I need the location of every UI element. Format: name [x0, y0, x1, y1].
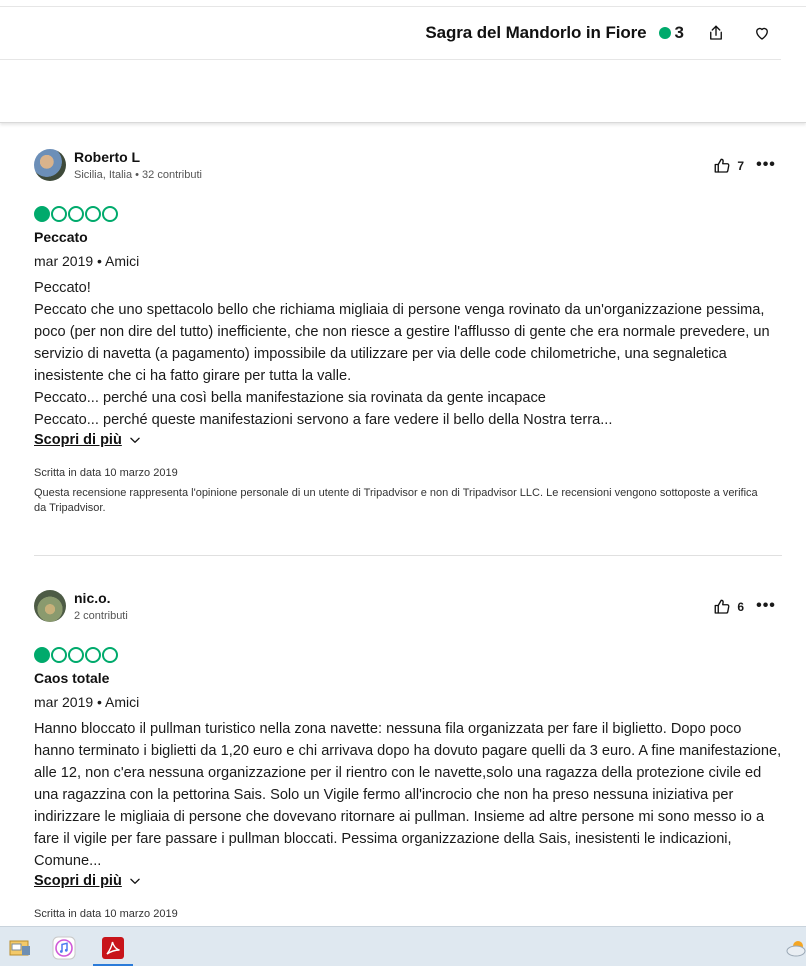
review-header: Roberto L Sicilia, Italia • 32 contribut… — [34, 145, 782, 185]
reviewer-meta: Sicilia, Italia • 32 contributi — [74, 169, 202, 181]
sticky-header: Sagra del Mandorlo in Fiore 3 — [0, 0, 806, 123]
review-text: Hanno bloccato il pullman turistico nell… — [34, 721, 782, 869]
written-date: Scritta in data 10 marzo 2019 — [34, 908, 178, 920]
reviewer-name[interactable]: Roberto L — [74, 149, 140, 165]
reviewer-meta: 2 contributi — [74, 610, 128, 622]
review-divider — [34, 555, 782, 556]
ellipsis-icon: ••• — [756, 156, 776, 173]
header-divider — [0, 59, 781, 60]
header-top-divider — [0, 6, 806, 7]
rating-count: 3 — [674, 23, 684, 42]
rating-summary[interactable]: 3 — [658, 23, 684, 43]
acrobat-icon — [102, 937, 124, 959]
read-more-label: Scopri di più — [34, 873, 122, 889]
review-card: nic.o. 2 contributi 6 ••• Caos totale ma… — [34, 586, 782, 920]
rating-bubble-filled-icon — [34, 206, 50, 222]
header-title-row: Sagra del Mandorlo in Fiore 3 — [425, 18, 776, 48]
review-date: mar 2019 • Amici — [34, 253, 140, 269]
thumbs-up-icon — [714, 599, 730, 614]
rating-bubble-filled-icon — [34, 647, 50, 663]
taskbar-acrobat[interactable] — [93, 931, 133, 966]
taskbar — [0, 926, 806, 966]
chevron-down-icon — [130, 878, 140, 884]
rating-bubble-empty-icon — [68, 206, 84, 222]
itunes-icon — [52, 936, 76, 960]
read-more-link[interactable]: Scopri di più — [34, 873, 142, 889]
written-date: Scritta in data 10 marzo 2019 — [34, 467, 178, 479]
taskbar-itunes[interactable] — [44, 931, 84, 965]
more-options-button[interactable]: ••• — [756, 155, 776, 175]
rating-bubble-empty-icon — [102, 206, 118, 222]
rating-bubble-empty-icon — [85, 647, 101, 663]
review-title[interactable]: Caos totale — [34, 670, 782, 686]
share-button[interactable] — [702, 19, 730, 47]
taskbar-file-explorer[interactable] — [0, 931, 40, 965]
reviewer-name[interactable]: nic.o. — [74, 590, 111, 606]
avatar[interactable] — [34, 590, 66, 622]
rating-bubble-empty-icon — [85, 206, 101, 222]
review-header: nic.o. 2 contributi 6 ••• — [34, 586, 782, 626]
rating-bubble-icon — [658, 27, 671, 39]
rating-bubble-empty-icon — [51, 206, 67, 222]
chevron-down-icon — [130, 437, 140, 443]
review-title[interactable]: Peccato — [34, 229, 782, 245]
taskbar-weather[interactable] — [782, 931, 806, 965]
thumbs-up-icon — [714, 158, 730, 173]
review-card: Roberto L Sicilia, Italia • 32 contribut… — [34, 145, 782, 516]
attraction-title: Sagra del Mandorlo in Fiore — [425, 23, 647, 42]
review-text: Peccato! Peccato che uno spettacolo bell… — [34, 280, 770, 428]
rating-bubbles — [34, 646, 782, 664]
review-date: mar 2019 • Amici — [34, 694, 140, 710]
helpful-count: 7 — [737, 159, 744, 173]
file-explorer-icon — [9, 940, 30, 956]
rating-bubble-empty-icon — [51, 647, 67, 663]
rating-bubbles — [34, 205, 782, 223]
rating-bubble-empty-icon — [102, 647, 118, 663]
ellipsis-icon: ••• — [756, 597, 776, 614]
heart-icon — [756, 27, 768, 40]
avatar[interactable] — [34, 149, 66, 181]
read-more-link[interactable]: Scopri di più — [34, 432, 142, 448]
weather-icon — [786, 941, 806, 957]
save-favorite-button[interactable] — [748, 19, 776, 47]
helpful-count: 6 — [737, 600, 744, 614]
rating-bubble-empty-icon — [68, 647, 84, 663]
more-options-button[interactable]: ••• — [756, 596, 776, 616]
helpful-vote-button[interactable]: 6 — [713, 598, 744, 616]
share-icon — [710, 25, 722, 40]
helpful-vote-button[interactable]: 7 — [713, 157, 744, 175]
read-more-label: Scopri di più — [34, 432, 122, 448]
review-disclaimer: Questa recensione rappresenta l'opinione… — [34, 487, 758, 514]
